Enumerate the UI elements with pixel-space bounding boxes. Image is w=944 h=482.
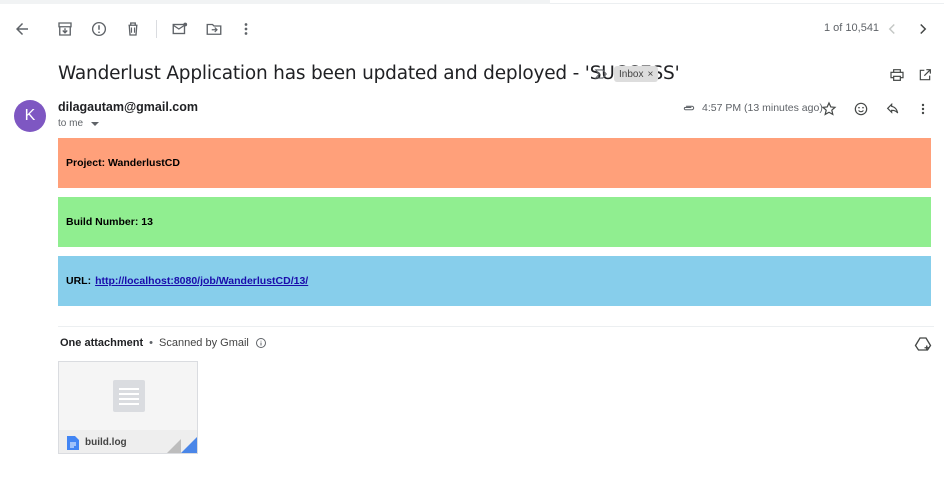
attachment-card[interactable]: build.log [58, 361, 198, 454]
message-meta: 4:57 PM (13 minutes ago) [682, 100, 823, 116]
print-icon [890, 69, 904, 81]
inbox-label-text: Inbox [619, 68, 644, 80]
more-vertical-icon [244, 23, 248, 35]
add-to-drive-icon[interactable] [914, 335, 932, 353]
page-fold-corner [181, 437, 197, 453]
attachments-header: One attachment • Scanned by Gmail [60, 337, 267, 349]
more-button[interactable] [231, 14, 261, 44]
document-preview-icon [113, 380, 145, 412]
move-to-button[interactable] [199, 14, 229, 44]
recipient-details[interactable]: to me [58, 118, 100, 129]
mark-unread-icon [172, 22, 188, 35]
inbox-label-chip[interactable]: Inbox × [614, 66, 659, 82]
search-bar-edge [0, 0, 550, 4]
report-spam-icon [91, 21, 107, 37]
info-icon[interactable] [255, 337, 267, 349]
reply-icon [886, 102, 899, 114]
reply-button[interactable] [882, 98, 904, 120]
message-toolbar: 1 of 10,541 [0, 14, 944, 44]
delete-button[interactable] [118, 14, 148, 44]
emoji-react-button[interactable] [850, 98, 872, 120]
open-in-new-icon [919, 69, 931, 81]
older-button[interactable] [908, 14, 938, 44]
remove-label-icon[interactable]: × [647, 69, 653, 80]
emoji-icon [854, 102, 868, 116]
attachment-icon [683, 105, 695, 111]
archive-button[interactable] [50, 14, 80, 44]
build-number-banner: Build Number: 13 [58, 197, 931, 247]
url-banner: URL: http://localhost:8080/job/Wanderlus… [58, 256, 931, 306]
toolbar-divider [156, 20, 157, 38]
trash-icon [128, 22, 138, 36]
chevron-left-icon [888, 23, 895, 35]
top-bar [0, 0, 944, 4]
message-actions [818, 98, 938, 118]
attachments-title: One attachment [60, 337, 144, 349]
more-vertical-icon [921, 103, 925, 115]
important-marker-icon[interactable] [594, 67, 608, 81]
attachments-separator: • [149, 337, 153, 349]
sender-email[interactable]: dilagautam@gmail.com [58, 100, 198, 114]
email-subject: Wanderlust Application has been updated … [58, 63, 680, 84]
url-label: URL: [66, 275, 92, 287]
back-button[interactable] [7, 14, 37, 44]
move-to-folder-icon [206, 23, 222, 35]
star-icon [821, 101, 837, 116]
chevron-right-icon [920, 23, 927, 35]
scanned-by-gmail-text: Scanned by Gmail [159, 337, 249, 349]
report-spam-button[interactable] [84, 14, 114, 44]
archive-icon [58, 22, 72, 36]
pagination-count: 1 of 10,541 [824, 22, 880, 34]
recipient-label: to me [58, 118, 84, 129]
project-text: Project: WanderlustCD [66, 157, 180, 169]
chevron-down-icon[interactable] [91, 121, 100, 126]
page-fold-shadow [167, 439, 181, 453]
attachment-file-name: build.log [85, 437, 127, 448]
attachments-divider [58, 326, 934, 327]
open-new-window-button[interactable] [914, 64, 936, 86]
sender-avatar[interactable]: K [14, 100, 46, 132]
message-more-button[interactable] [912, 98, 934, 120]
build-number-text: Build Number: 13 [66, 216, 153, 228]
project-banner: Project: WanderlustCD [58, 138, 931, 188]
arrow-left-icon [16, 23, 28, 35]
newer-button[interactable] [877, 14, 907, 44]
subject-row: Wanderlust Application has been updated … [58, 60, 938, 90]
print-button[interactable] [886, 64, 908, 86]
mark-unread-button[interactable] [165, 14, 195, 44]
document-icon [67, 435, 79, 450]
star-button[interactable] [818, 98, 840, 120]
build-url-link[interactable]: http://localhost:8080/job/WanderlustCD/1… [95, 275, 308, 287]
message-time: 4:57 PM (13 minutes ago) [702, 102, 823, 114]
